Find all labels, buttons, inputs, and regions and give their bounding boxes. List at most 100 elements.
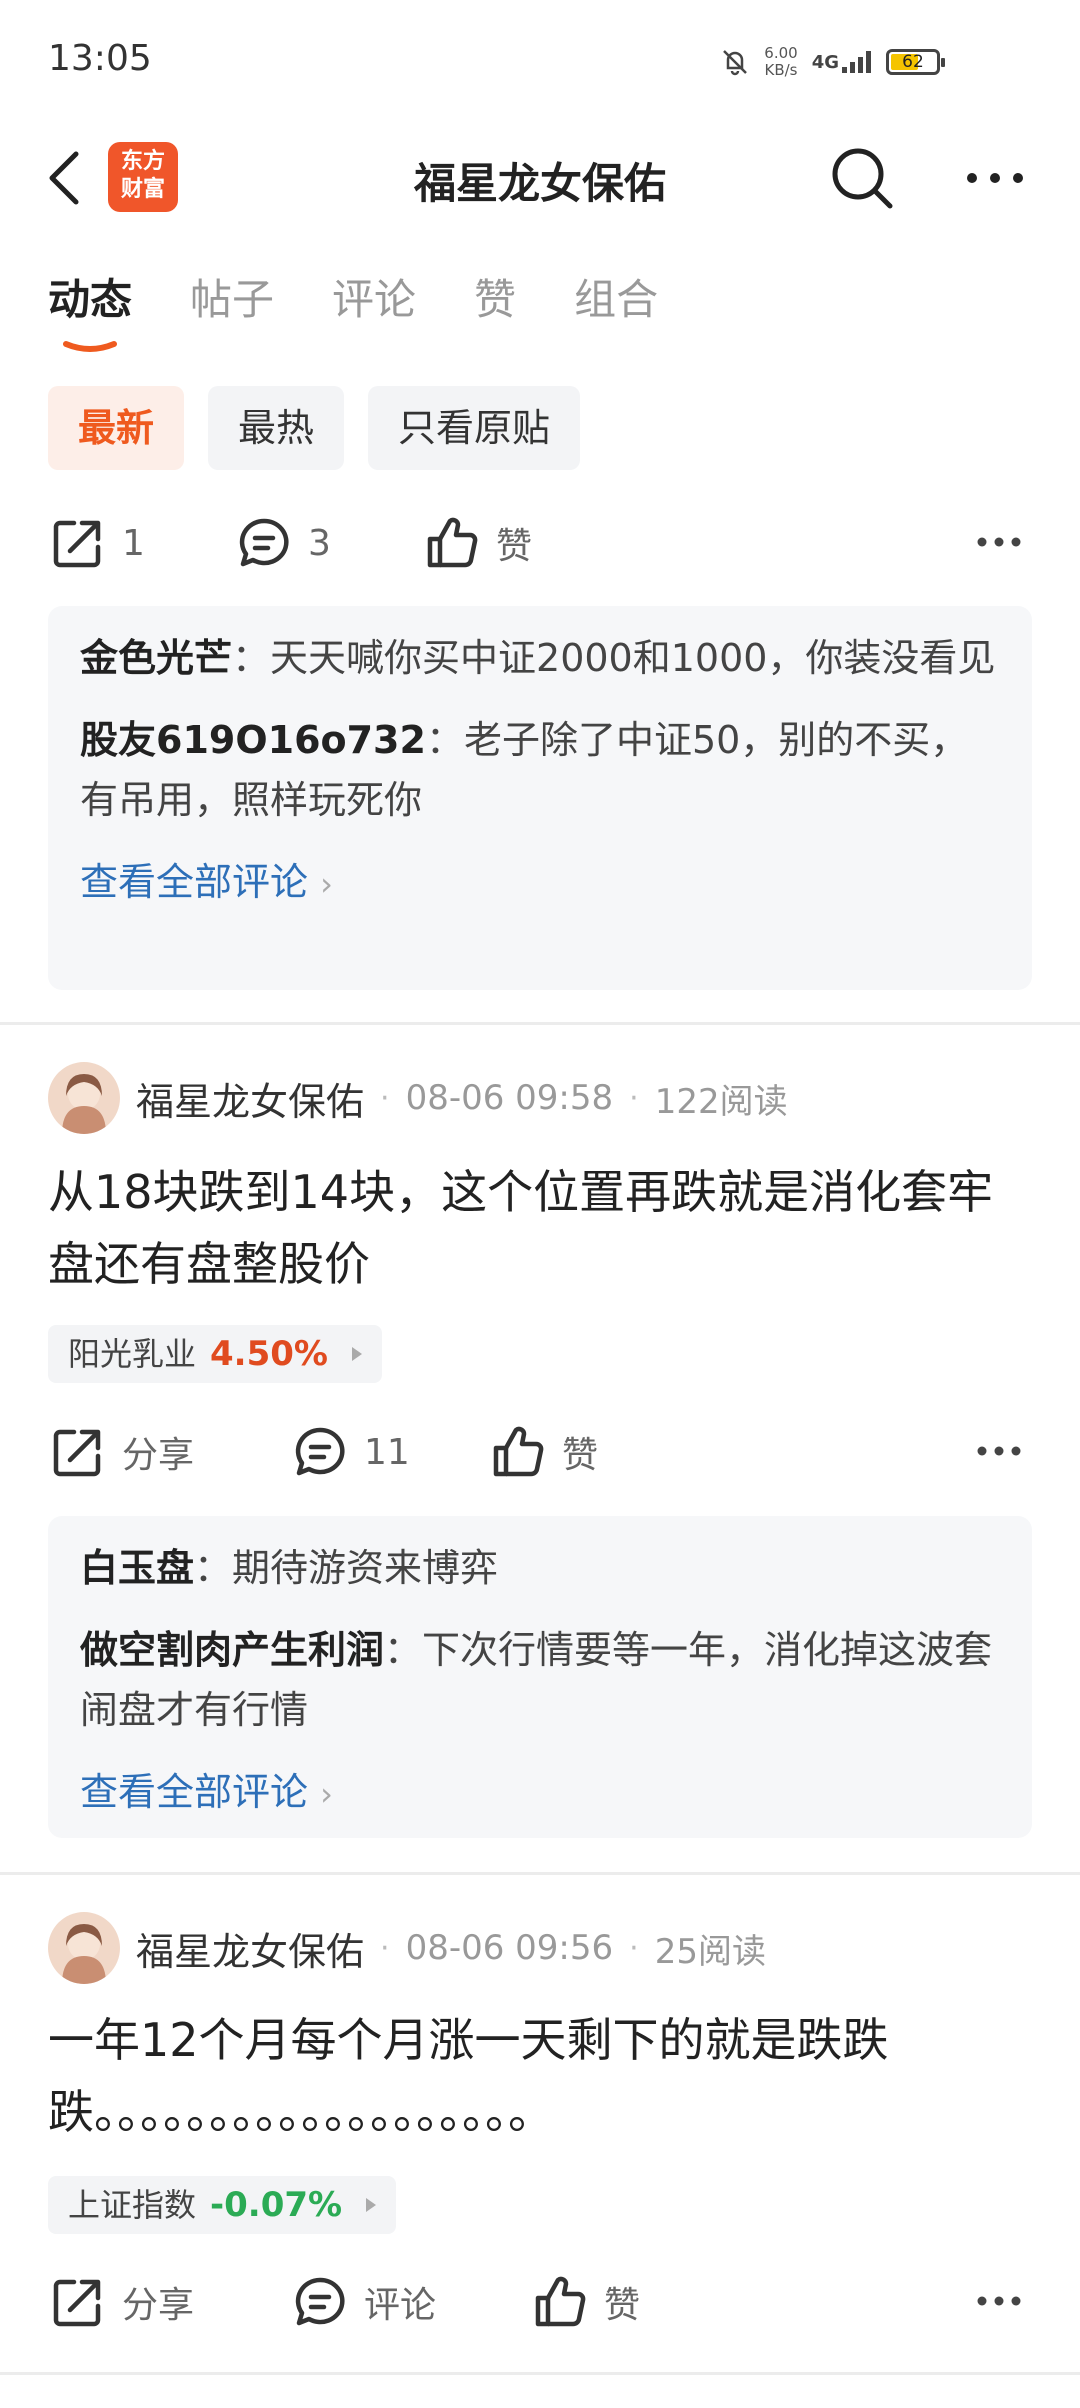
tab-posts[interactable]: 帖子 <box>190 270 274 330</box>
meta-separator: · <box>380 1080 390 1116</box>
thumbs-up-icon <box>535 2276 586 2327</box>
post-content[interactable]: 从18块跌到14块，这个位置再跌就是消化套牢盘还有盘整股价 <box>48 1156 1038 1300</box>
filter-hottest[interactable]: 最热 <box>208 386 345 470</box>
status-icons: 6.00 KB/s 4G 62 <box>720 40 945 84</box>
post-action-bar: 分享 11 赞 <box>48 1412 1032 1492</box>
signal-bars-icon <box>842 51 871 73</box>
comment-item[interactable]: 股友619O16o732：老子除了中证50，别的不买，有吊用，照样玩死你 <box>80 710 1000 830</box>
read-count: 122阅读 <box>654 1081 788 1122</box>
comment-preview-box: 金色光芒：天天喊你买中证2000和1000，你装没看见 股友619O16o732… <box>48 606 1032 990</box>
tab-comments[interactable]: 评论 <box>332 270 416 330</box>
status-bar: 13:05 6.00 KB/s 4G 62 <box>0 0 1080 120</box>
comment-text: ：期待游资来博弈 <box>194 1546 499 1590</box>
mute-bell-icon <box>723 50 748 76</box>
comment-count: 11 <box>364 1431 410 1473</box>
share-icon <box>53 520 101 568</box>
avatar[interactable] <box>48 1912 120 1984</box>
comment-button[interactable]: 11 <box>290 1412 410 1492</box>
comment-icon <box>239 518 289 567</box>
view-all-label: 查看全部评论 <box>80 860 309 904</box>
speed-value: 6.00 <box>764 44 798 62</box>
comment-username[interactable]: 白玉盘 <box>80 1546 194 1590</box>
meta-separator: · <box>629 1930 639 1966</box>
like-button[interactable]: 赞 <box>422 503 532 583</box>
read-count: 25阅读 <box>654 1931 766 1972</box>
thumbs-up-icon <box>493 1426 544 1477</box>
filter-chips: 最新 最热 只看原贴 <box>48 386 581 470</box>
stock-tag[interactable]: 阳光乳业 4.50% <box>48 1325 382 1383</box>
comment-item[interactable]: 白玉盘：期待游资来博弈 <box>80 1538 1000 1598</box>
post-time: 08-06 09:56 <box>405 1928 614 1968</box>
view-all-comments-link[interactable]: 查看全部评论 › <box>80 1762 1000 1824</box>
thumbs-up-icon <box>427 517 478 568</box>
post-time: 08-06 09:58 <box>405 1078 614 1118</box>
meta-separator: · <box>629 1080 639 1116</box>
comment-item[interactable]: 做空割肉产生利润：下次行情要等一年，消化掉这波套闹盘才有行情 <box>80 1620 1000 1740</box>
share-button[interactable]: 1 <box>48 503 145 583</box>
divider <box>0 2372 1080 2375</box>
tab-likes[interactable]: 赞 <box>474 270 516 330</box>
like-label: 赞 <box>562 1435 599 1476</box>
page-title: 福星龙女保佑 <box>413 159 666 208</box>
author-name[interactable]: 福星龙女保佑 <box>136 1071 364 1126</box>
speed-unit: KB/s <box>764 61 798 79</box>
play-triangle-icon <box>366 2198 377 2212</box>
tab-portfolio[interactable]: 组合 <box>574 270 658 330</box>
post-more-icon[interactable] <box>974 1436 1024 1466</box>
comment-text: ：天天喊你买中证2000和1000，你装没看见 <box>232 636 996 680</box>
share-button[interactable]: 分享 <box>48 2262 194 2342</box>
tab-label: 评论 <box>332 275 417 324</box>
comment-username[interactable]: 做空割肉产生利润 <box>80 1628 384 1672</box>
stock-change: -0.07% <box>210 2185 343 2225</box>
tab-label: 赞 <box>474 275 517 324</box>
comment-username[interactable]: 股友619O16o732 <box>80 718 426 762</box>
comment-username[interactable]: 金色光芒 <box>80 636 232 680</box>
comment-button[interactable]: 3 <box>234 503 331 583</box>
post-header: 福星龙女保佑 · 08-06 09:58 · 122阅读 <box>48 1060 1032 1136</box>
like-label: 赞 <box>604 2285 641 2326</box>
share-button[interactable]: 分享 <box>48 1412 194 1492</box>
tab-dynamics[interactable]: 动态 <box>48 270 133 352</box>
divider <box>0 1022 1080 1025</box>
avatar[interactable] <box>48 1062 120 1134</box>
post-action-bar: 1 3 赞 <box>48 503 1032 583</box>
stock-change: 4.50% <box>210 1334 328 1374</box>
view-all-label: 查看全部评论 <box>80 1770 309 1814</box>
chevron-right-icon: › <box>320 1775 333 1813</box>
comment-item[interactable]: 金色光芒：天天喊你买中证2000和1000，你装没看见 <box>80 628 1000 688</box>
search-icon[interactable] <box>828 144 898 214</box>
meta-separator: · <box>380 1930 390 1966</box>
more-options-icon[interactable] <box>960 158 1030 198</box>
share-icon <box>53 2279 101 2327</box>
post-more-icon[interactable] <box>974 2286 1024 2316</box>
comment-count: 3 <box>308 522 331 564</box>
like-label: 赞 <box>496 526 533 567</box>
post-content[interactable]: 一年12个月每个月涨一天剩下的就是跌跌跌。。。。。。。。。。。。。。。。。。。 <box>48 2004 1038 2148</box>
tab-label: 动态 <box>48 275 133 324</box>
comment-icon <box>295 1427 345 1476</box>
share-count: 1 <box>122 522 145 564</box>
stock-name: 阳光乳业 <box>68 1335 197 1373</box>
filter-original-only[interactable]: 只看原贴 <box>368 386 581 470</box>
signal-icon: 4G <box>812 51 872 73</box>
view-all-comments-link[interactable]: 查看全部评论 › <box>80 852 1000 914</box>
app-header: 东方 财富 福星龙女保佑 <box>0 120 1080 236</box>
stock-tag[interactable]: 上证指数 -0.07% <box>48 2176 397 2234</box>
post-more-icon[interactable] <box>974 527 1024 557</box>
comment-button[interactable]: 评论 <box>290 2262 436 2342</box>
share-label: 分享 <box>122 1435 195 1476</box>
share-icon <box>53 1429 101 1477</box>
post-action-bar: 分享 评论 赞 <box>48 2262 1032 2342</box>
author-name[interactable]: 福星龙女保佑 <box>136 1921 364 1976</box>
filter-latest[interactable]: 最新 <box>48 386 185 470</box>
divider <box>0 1872 1080 1875</box>
like-button[interactable]: 赞 <box>530 2262 640 2342</box>
battery-icon: 62 <box>886 49 945 75</box>
post-header: 福星龙女保佑 · 08-06 09:56 · 25阅读 <box>48 1910 1032 1986</box>
share-label: 分享 <box>122 2285 195 2326</box>
battery-level: 62 <box>902 52 924 72</box>
like-button[interactable]: 赞 <box>488 1412 598 1492</box>
status-time: 13:05 <box>48 38 152 79</box>
comment-preview-box: 白玉盘：期待游资来博弈 做空割肉产生利润：下次行情要等一年，消化掉这波套闹盘才有… <box>48 1516 1032 1838</box>
tab-label: 组合 <box>574 275 659 324</box>
